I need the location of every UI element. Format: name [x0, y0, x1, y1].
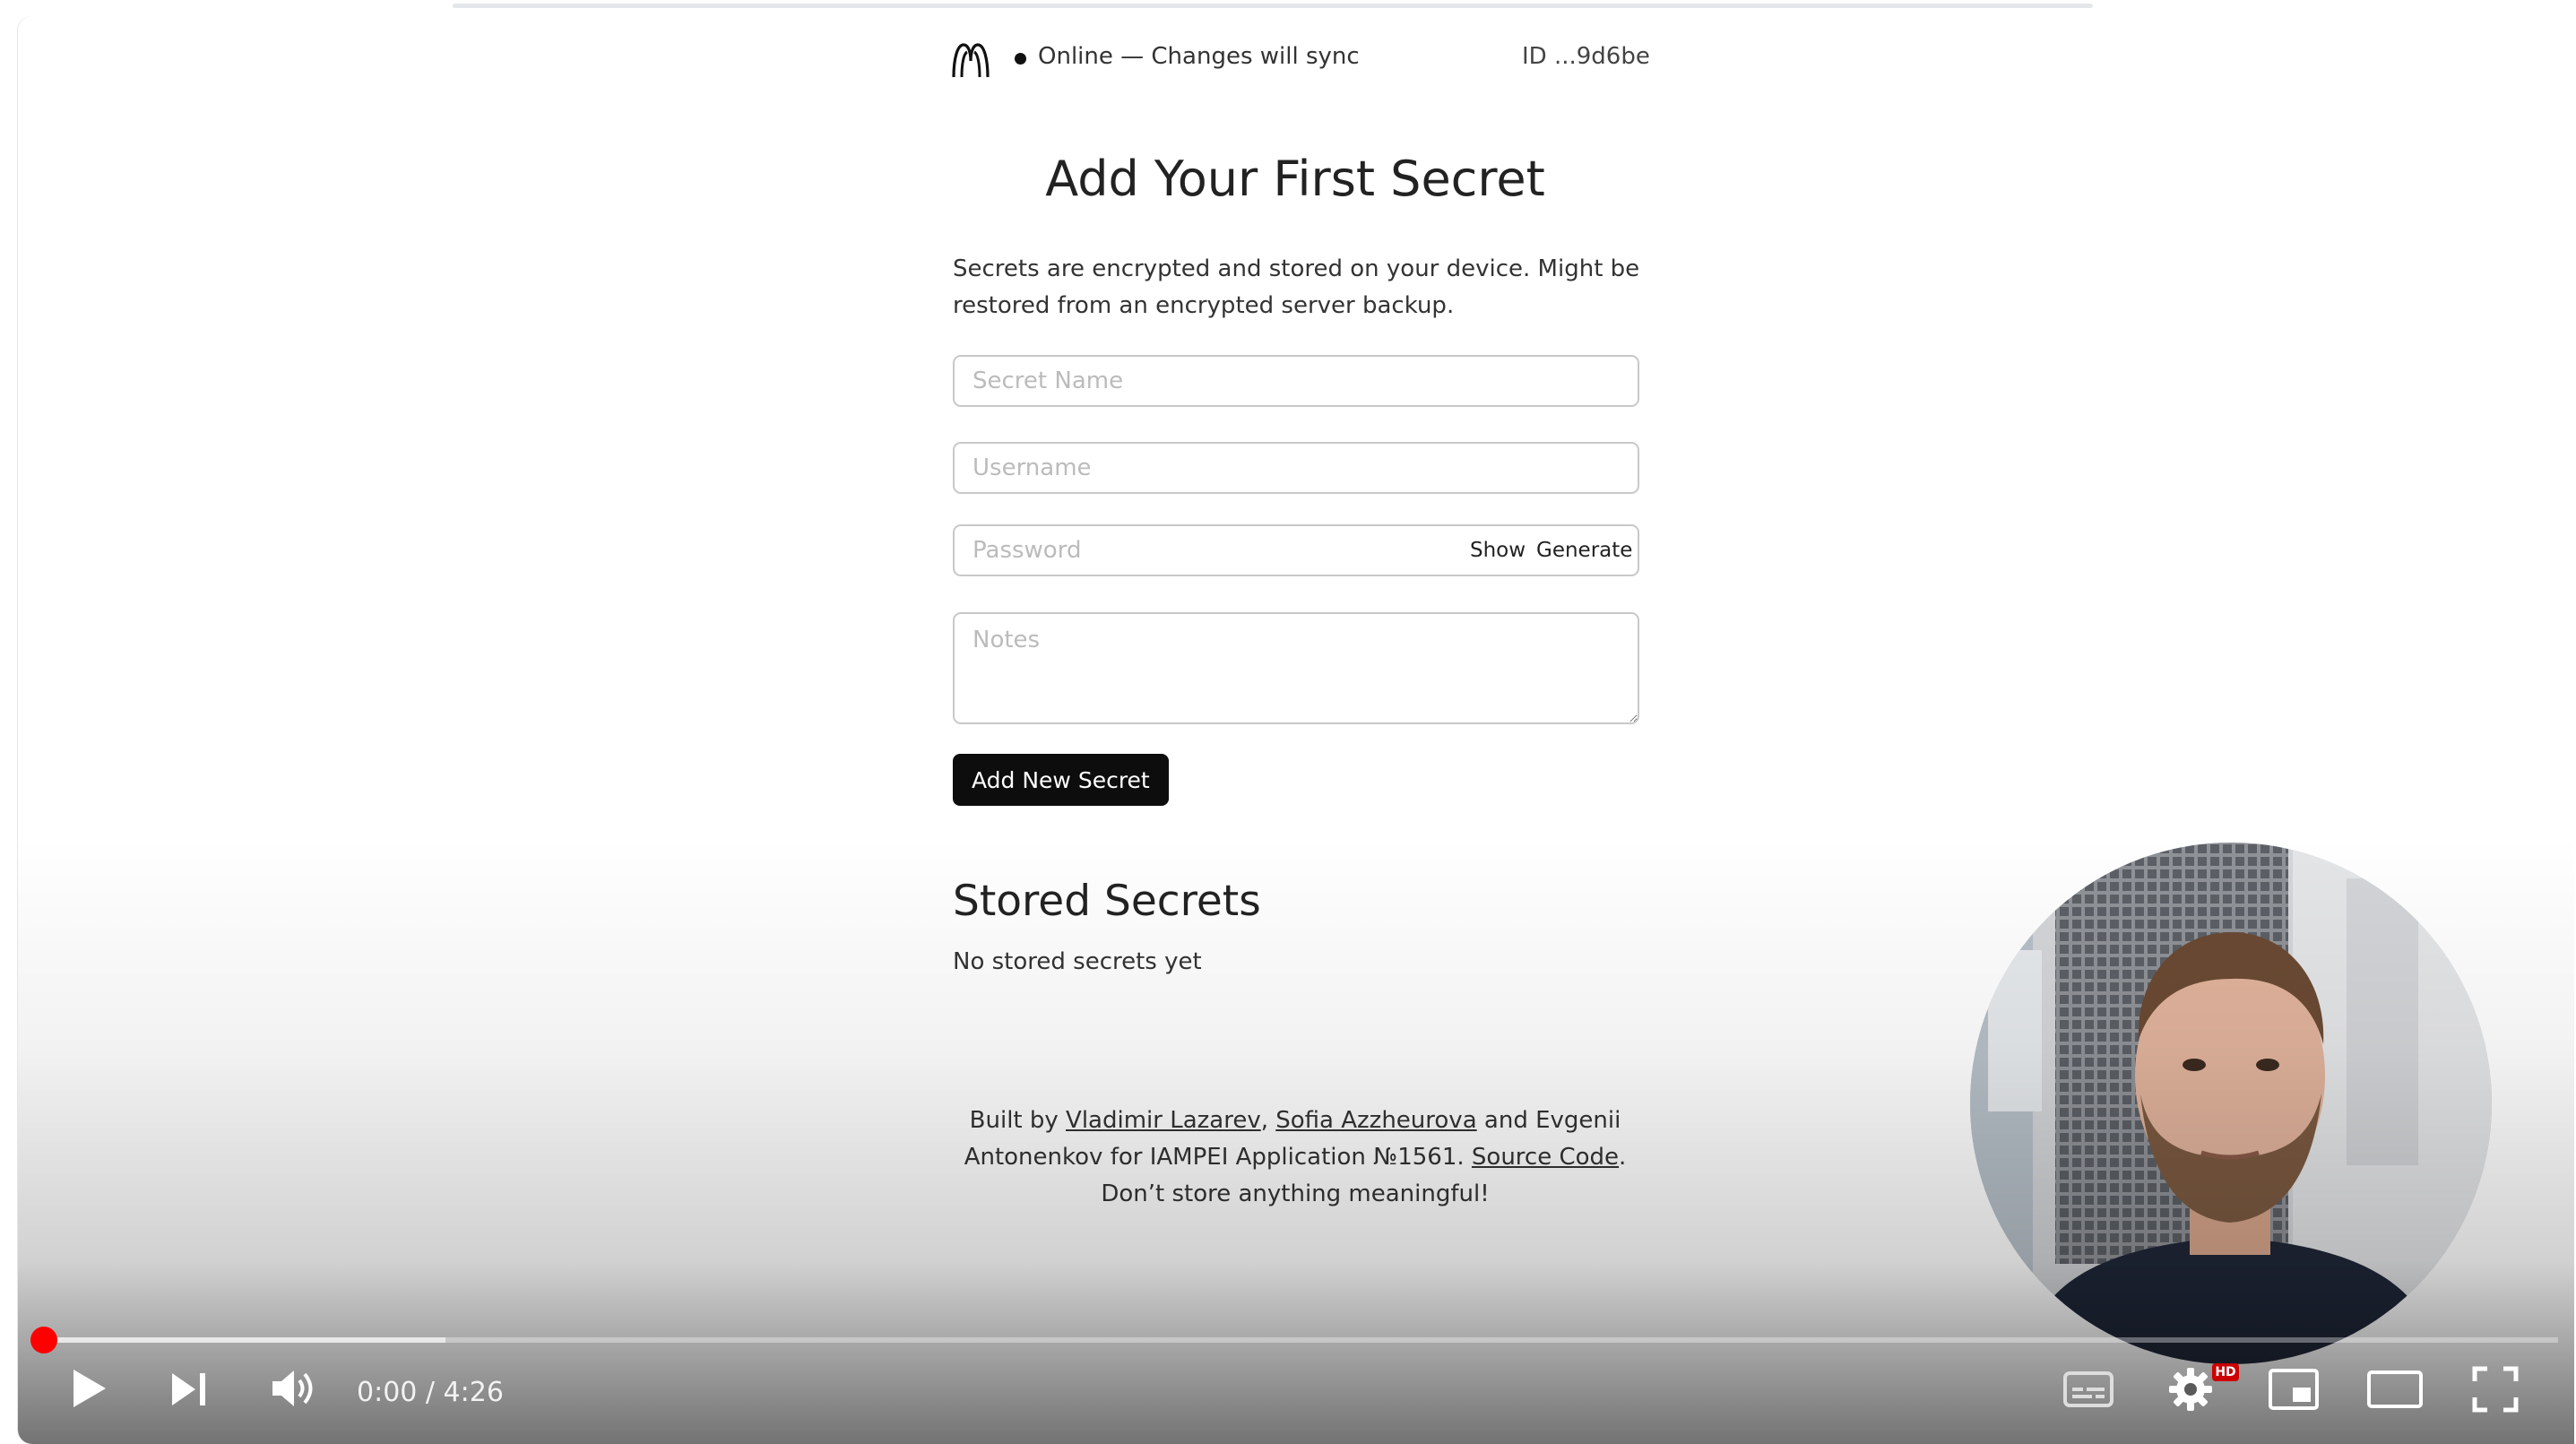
progress-scrubber-handle[interactable] — [30, 1327, 57, 1353]
stored-secrets-empty-text: No stored secrets yet — [953, 948, 1202, 975]
presenter-webcam — [1970, 843, 2492, 1364]
time-display: 0:00 / 4:26 — [357, 1377, 504, 1408]
browser-top-line — [453, 4, 2093, 8]
author-link-sofia[interactable]: Sofia Azzheurova — [1275, 1107, 1476, 1134]
presenter-face-image — [1970, 843, 2492, 1364]
play-icon[interactable] — [68, 1366, 109, 1411]
volume-icon[interactable] — [269, 1366, 319, 1411]
theater-mode-icon[interactable] — [2366, 1370, 2424, 1409]
footer: Built by Vladimir Lazarev, Sofia Azzheur… — [950, 1102, 1640, 1213]
online-status-dot — [1015, 53, 1026, 65]
progress-buffered — [43, 1337, 445, 1343]
settings-icon[interactable] — [2167, 1366, 2214, 1413]
subtitles-icon[interactable] — [2063, 1370, 2114, 1409]
show-password-button[interactable]: Show — [1470, 539, 1526, 562]
footer-credits: Built by Vladimir Lazarev, Sofia Azzheur… — [950, 1102, 1640, 1176]
stored-secrets-heading: Stored Secrets — [953, 877, 1261, 926]
progress-bar[interactable] — [43, 1337, 2558, 1343]
notes-textarea[interactable] — [953, 612, 1639, 724]
footer-built-by: Built by — [969, 1107, 1059, 1134]
sync-status: Online — Changes will sync — [1038, 43, 1360, 70]
footer-disclaimer: Don’t store anything meaningful! — [1101, 1180, 1490, 1207]
video-player[interactable]: Online — Changes will sync ID ...9d6be A… — [18, 16, 2574, 1444]
author-link-vladimir[interactable]: Vladimir Lazarev — [1066, 1107, 1261, 1134]
secret-name-input[interactable] — [953, 355, 1639, 407]
fullscreen-icon[interactable] — [2472, 1366, 2519, 1413]
intro-text: Secrets are encrypted and stored on your… — [953, 255, 1640, 319]
page-title: Add Your First Secret — [1045, 151, 1545, 207]
footer-separator: , — [1260, 1107, 1268, 1134]
generate-password-button[interactable]: Generate — [1536, 539, 1632, 562]
next-icon[interactable] — [169, 1370, 212, 1409]
miniplayer-icon[interactable] — [2268, 1368, 2320, 1411]
username-input[interactable] — [953, 442, 1639, 494]
add-new-secret-button[interactable]: Add New Secret — [953, 754, 1169, 806]
source-code-link[interactable]: Source Code — [1472, 1144, 1619, 1171]
device-id: ID ...9d6be — [1522, 43, 1650, 70]
footer-period: . — [1619, 1144, 1627, 1171]
app-logo-icon — [952, 43, 990, 78]
hd-badge: HD — [2212, 1363, 2239, 1381]
